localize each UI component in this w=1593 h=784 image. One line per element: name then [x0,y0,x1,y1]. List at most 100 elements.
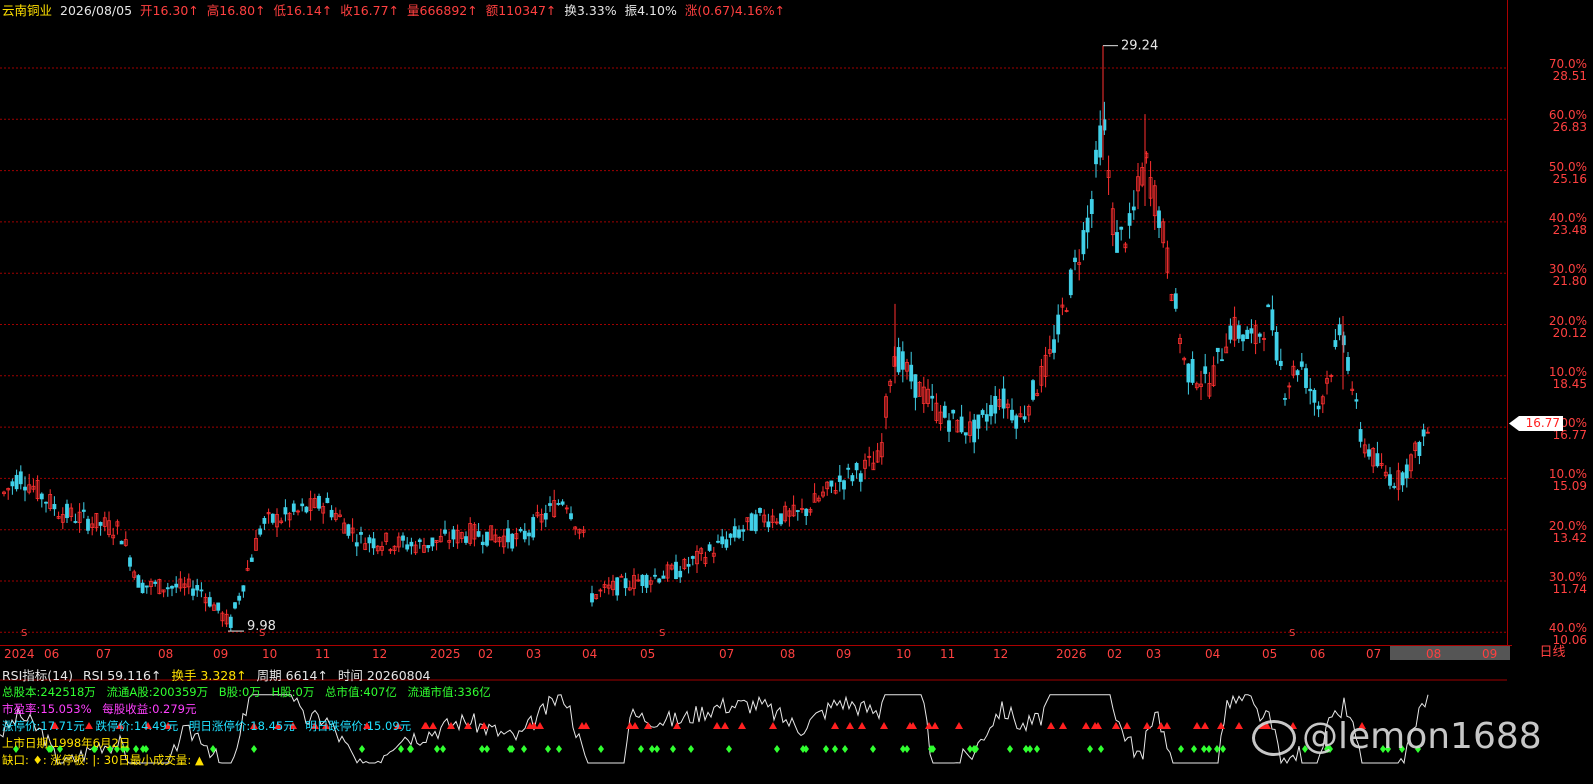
candle-body [548,503,552,506]
candle-body [661,575,666,579]
rsi-time: 时间 20260804 [337,668,431,683]
amount: 额110347↑ [485,3,557,18]
volume-min-triangle [769,722,777,729]
candle-body [1421,429,1426,437]
next-limit-down: 明日跌停价:15.09元 [305,719,412,733]
info-line-5: 缺口: ♦: 涨停板: |: 30日最小成交量: ▲ [2,752,498,769]
volume-min-triangle [644,722,652,729]
candle-body [1337,324,1342,336]
candle-body [249,557,254,562]
candle-body [1308,388,1313,392]
candle-body [1299,361,1304,367]
candle-body [678,570,683,578]
candle-body [1245,329,1250,340]
candle-body [1115,232,1119,253]
candle-body [674,561,678,580]
date-label: 08 [780,647,796,661]
candle-body [909,364,914,382]
close-price: 收16.77↑ [340,3,400,18]
date-label: 04 [1205,647,1221,661]
gap-diamond [1178,745,1184,753]
volume-min-triangle [1143,722,1151,729]
gap-diamond [1034,745,1040,753]
candle-body [426,545,431,549]
date-label: 10 [896,647,912,661]
candle-body [216,602,221,611]
rsi-title[interactable]: RSI指标(14) [2,668,73,683]
main-candlestick-chart[interactable]: 29.249.98 [0,0,1507,645]
candle-body [430,537,435,547]
candle-body [1392,486,1397,488]
candle-body [749,513,754,531]
candle-body [1001,388,1006,409]
volume-min-triangle [1193,722,1201,729]
candle-body [317,495,321,509]
period-label[interactable]: 日线 [1512,645,1593,661]
candle-body [1052,339,1056,353]
info-line-4: 上市日期:1998年6月2日 [2,735,498,752]
price-label: 26.83 [1552,120,1587,135]
candle-body [1215,347,1220,353]
candle-body [485,531,489,546]
candle-body [1203,366,1208,374]
candle-body [228,616,233,628]
candle-body [1228,325,1233,340]
gap-diamond [1191,745,1197,753]
candle-body [506,528,510,543]
candle-body [1085,217,1090,233]
candle-body [409,541,414,547]
open-price: 开16.30↑ [140,3,199,18]
candle-body [283,507,288,515]
candle-body [690,556,695,559]
date-label: 07 [719,647,735,661]
candle-body [1056,314,1061,335]
candle-body [732,526,737,538]
volume-min-triangle [831,722,839,729]
candle-body [325,497,330,504]
candle-body [39,493,44,500]
info-line-2: 市盈率:15.053% 每股收益:0.279元 [2,701,498,718]
volume-min-triangle [846,722,854,729]
gap-diamond [649,745,655,753]
candle-body [829,480,834,487]
candle-body [942,405,947,418]
low-price: 低16.14↑ [273,3,333,18]
candle-body [858,473,863,482]
candle-body [846,467,851,470]
volume-min-triangle [626,722,634,729]
candle-body [451,529,456,540]
candle-body [758,508,762,513]
date-label: 12 [372,647,388,661]
gap-diamond [545,745,551,753]
candle-body [329,509,334,518]
volume-min-triangle [738,722,746,729]
watermark-text: @lemon1688 [1302,716,1542,757]
candle-body [963,432,968,436]
volume-min-triangle [1235,722,1243,729]
date-label: 2024 [4,647,35,661]
candle-body [1094,149,1098,165]
candle-body [728,533,733,538]
candle-body [556,503,561,505]
candle-body [1098,125,1103,158]
date-label: 10 [262,647,278,661]
candle-body [73,521,78,523]
candle-body [707,544,712,551]
candle-body [522,530,527,540]
candle-body [476,531,481,537]
stock-name[interactable]: 云南铜业 [2,3,52,18]
price-label: 21.80 [1552,274,1587,289]
gap-diamond [1027,745,1033,753]
price-label: 23.48 [1552,222,1587,237]
volume-min-triangle [1123,722,1131,729]
candle-body [346,524,351,536]
date-label: 05 [640,647,656,661]
candle-body [896,347,901,373]
candle-body [930,395,935,399]
stock-info-lines: 总股本:242518万 流通A股:200359万 B股:0万 H股:0万 总市值… [2,684,498,769]
gap-diamond [638,745,644,753]
candle-body [199,589,204,592]
candle-body [1241,334,1245,342]
date-label: 11 [315,647,331,661]
s-marker: S [1289,628,1296,639]
